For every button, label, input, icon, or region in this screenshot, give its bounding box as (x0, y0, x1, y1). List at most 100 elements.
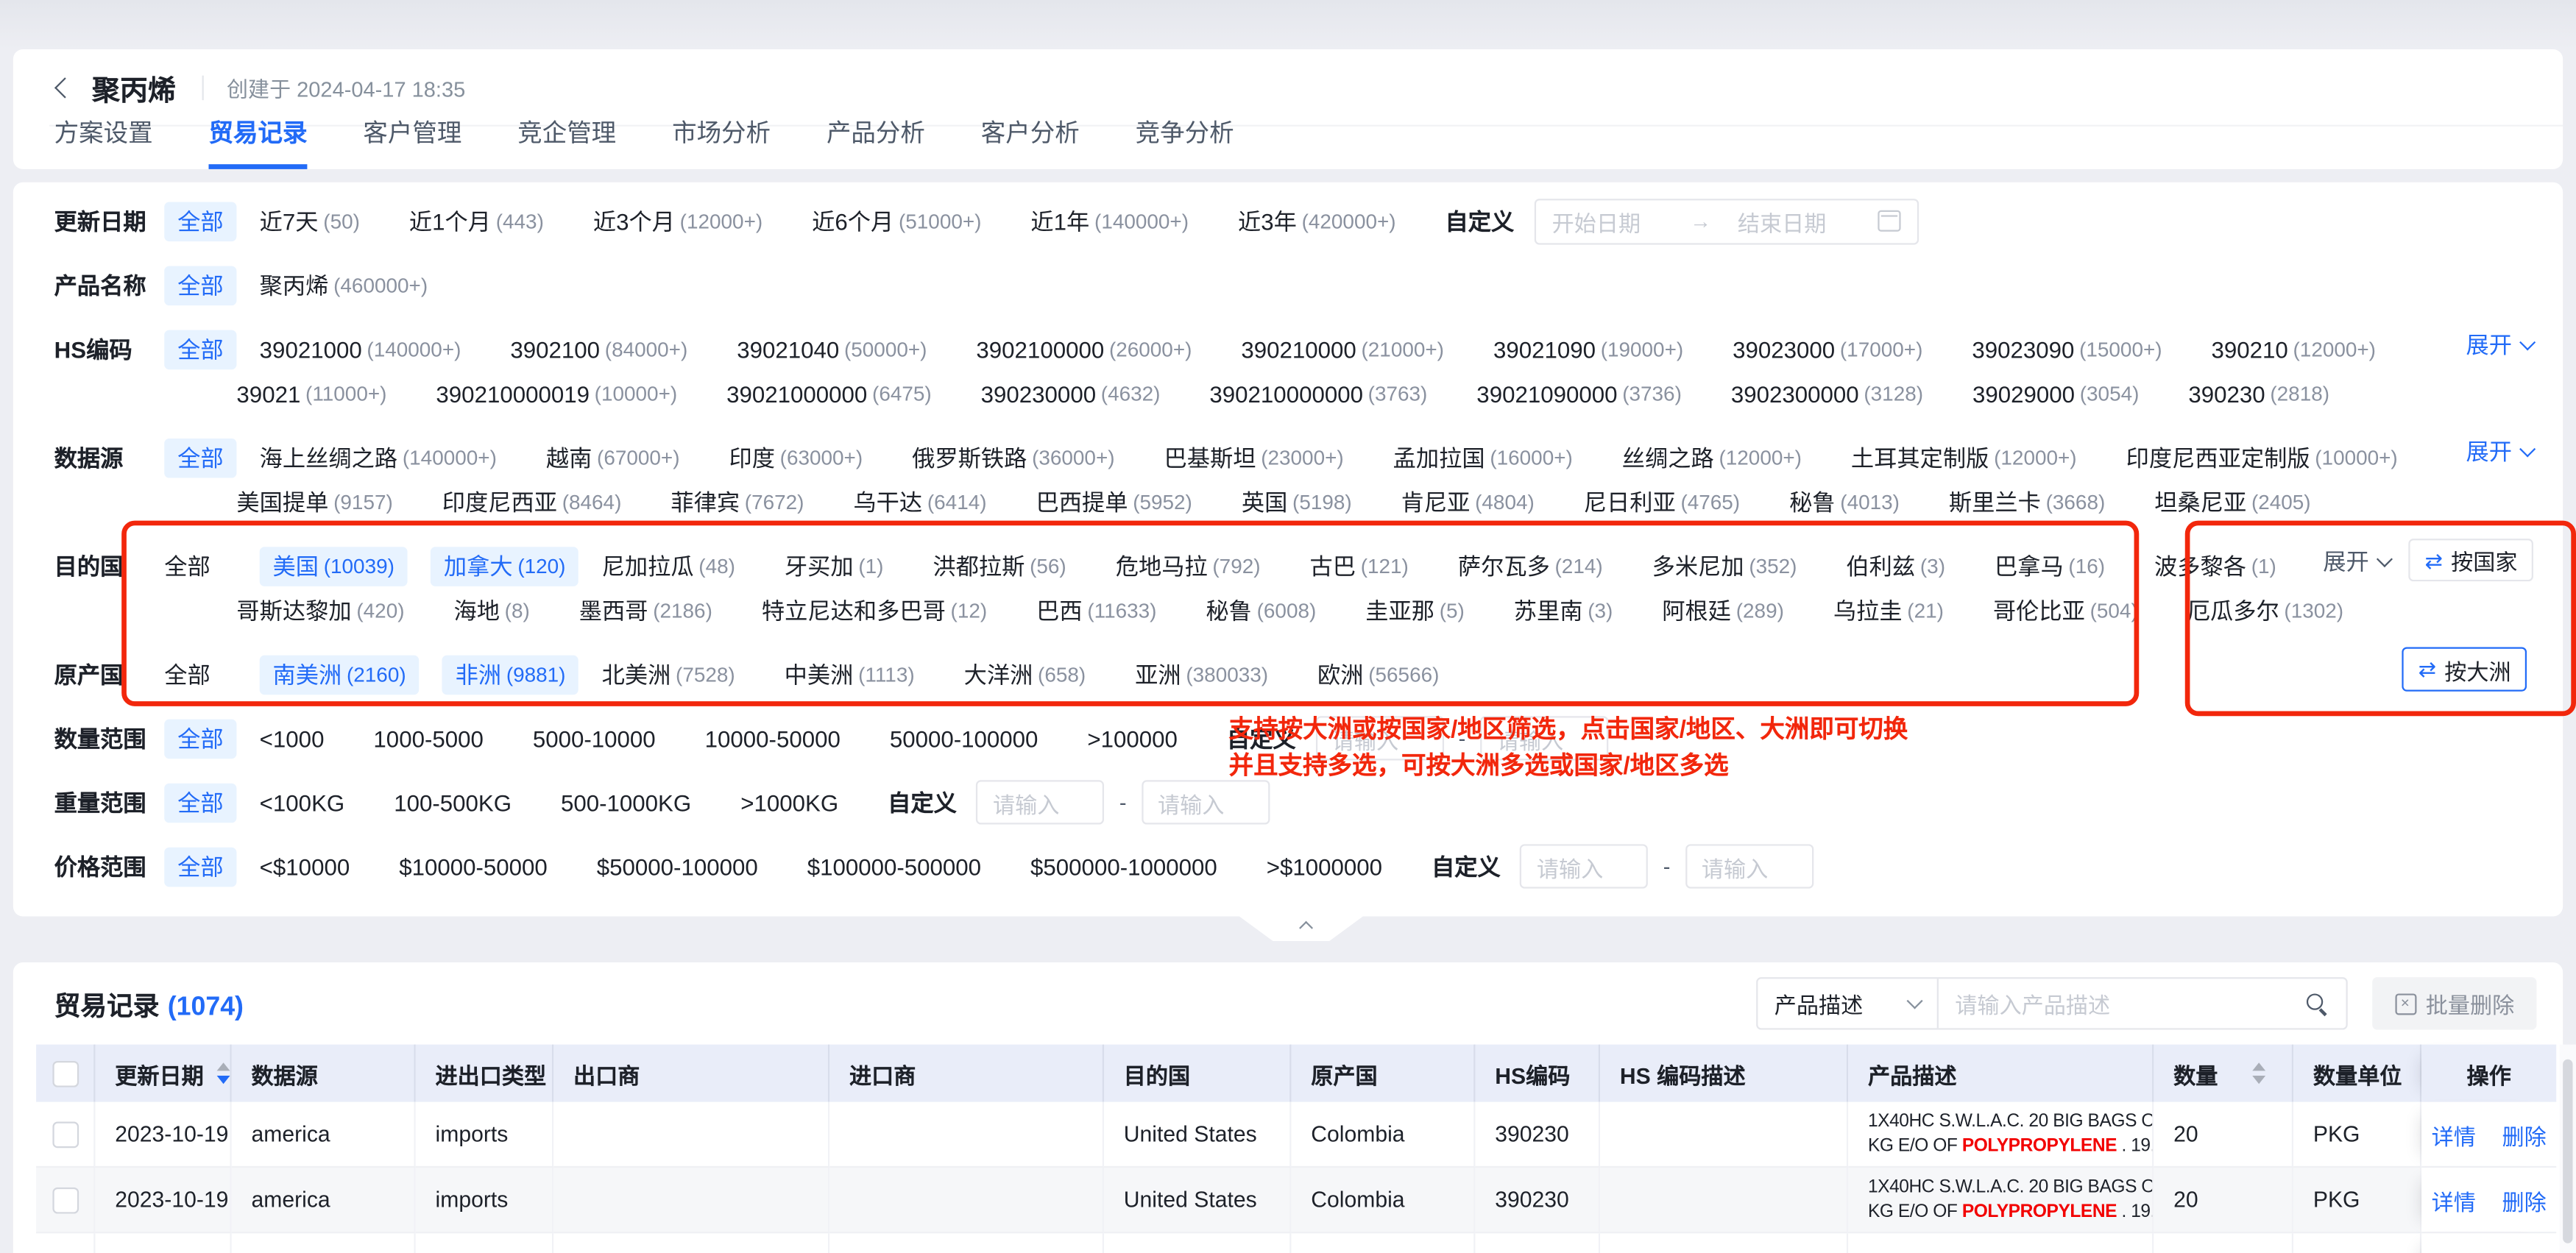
filter-option[interactable]: 坦桑尼亚(2405) (2154, 486, 2310, 519)
filter-option[interactable]: 近1年(140000+) (1030, 205, 1189, 238)
filter-option[interactable]: 近1个月(443) (409, 205, 544, 238)
back-button[interactable] (49, 72, 79, 102)
filter-option[interactable]: 乌干达(6414) (853, 486, 986, 519)
filter-option[interactable]: 39023000(17000+) (1733, 336, 1922, 362)
tab-2[interactable]: 贸易记录 (209, 115, 308, 169)
detail-link[interactable]: 详情 (2432, 1118, 2476, 1151)
filter-option-all[interactable]: 全部 (164, 719, 236, 759)
filter-option[interactable]: 越南(67000+) (546, 441, 680, 474)
filter-option[interactable]: 5000-10000 (533, 725, 656, 751)
filter-option[interactable]: 特立尼达和多巴哥(12) (762, 594, 987, 627)
column-header-qty[interactable]: 数量 (2154, 1045, 2293, 1102)
sort-icons[interactable] (2252, 1062, 2265, 1084)
tab-8[interactable]: 竞争分析 (1136, 115, 1234, 169)
filter-option[interactable]: 3902100000(26000+) (976, 336, 1192, 362)
search-field-select[interactable]: 产品描述 (1758, 979, 1939, 1028)
filter-option-custom[interactable]: 自定义 (888, 786, 957, 819)
filter-option[interactable]: 牙买加(1) (785, 550, 884, 583)
filter-option[interactable]: 大洋洲(658) (964, 658, 1086, 691)
filter-option-all[interactable]: 全部 (164, 330, 236, 369)
detail-link[interactable]: 详情 (2432, 1183, 2476, 1216)
column-header-date[interactable]: 更新日期 (95, 1045, 231, 1102)
filter-option-all[interactable]: 全部 (164, 201, 236, 241)
range-min-input[interactable]: 请输入 (977, 780, 1105, 824)
filter-option[interactable]: 印度(63000+) (729, 441, 863, 474)
data-source-expand-link[interactable]: 展开 (2466, 436, 2533, 469)
date-range-input[interactable]: 开始日期→结束日期 (1534, 198, 1918, 244)
filter-option[interactable]: 海地(8) (453, 594, 529, 627)
hs-code-expand-link[interactable]: 展开 (2466, 328, 2533, 361)
filter-option[interactable]: 圭亚那(5) (1365, 594, 1465, 627)
filter-option[interactable]: 39021000(140000+) (260, 336, 461, 362)
filter-option[interactable]: 北美洲(7528) (602, 658, 735, 691)
filter-option[interactable]: 洪都拉斯(56) (933, 550, 1066, 583)
filter-option[interactable]: 巴基斯坦(23000+) (1164, 441, 1344, 474)
filter-option[interactable]: 39029000(3054) (1972, 380, 2139, 407)
filter-option[interactable]: 3902100(84000+) (510, 336, 687, 362)
filter-option[interactable]: 390210000000(3763) (1209, 380, 1427, 407)
filter-option[interactable]: 聚丙烯(460000+) (260, 269, 428, 302)
filter-option[interactable]: 390210(12000+) (2212, 336, 2376, 362)
filter-option[interactable]: 波多黎各(1) (2154, 550, 2276, 583)
filter-option[interactable]: 近3个月(12000+) (593, 205, 762, 238)
filter-option[interactable]: 印度尼西亚(8464) (442, 486, 622, 519)
filter-option[interactable]: 墨西哥(2186) (579, 594, 712, 627)
filter-option[interactable]: <100KG (260, 789, 345, 816)
select-all-checkbox[interactable] (52, 1060, 78, 1087)
filter-option[interactable]: >$1000000 (1267, 853, 1382, 880)
filter-option-all[interactable]: 全部 (164, 783, 236, 823)
filter-option[interactable]: 南美洲(2160) (260, 655, 420, 695)
sort-icons[interactable] (217, 1062, 230, 1084)
filter-option[interactable]: 苏里南(3) (1514, 594, 1613, 627)
filter-option[interactable]: 乌拉圭(21) (1833, 594, 1944, 627)
filter-option[interactable]: 美国提单(9157) (236, 486, 392, 519)
range-max-input[interactable]: 请输入 (1142, 780, 1270, 824)
delete-link[interactable]: 删除 (2502, 1183, 2547, 1216)
filter-option[interactable]: 俄罗斯铁路(36000+) (912, 441, 1114, 474)
range-max-input[interactable]: 请输入 (1685, 844, 1814, 888)
filter-option[interactable]: 海上丝绸之路(140000+) (260, 441, 497, 474)
filter-option[interactable]: 巴拿马(16) (1995, 550, 2105, 583)
filter-option[interactable]: $10000-50000 (399, 853, 548, 880)
filter-option[interactable]: 近3年(420000+) (1238, 205, 1396, 238)
filter-option[interactable]: 390210000(21000+) (1241, 336, 1444, 362)
filter-option[interactable]: 欧洲(56566) (1317, 658, 1439, 691)
filter-option[interactable]: 印度尼西亚定制版(10000+) (2126, 441, 2398, 474)
filter-option[interactable]: 中美洲(1113) (785, 658, 915, 691)
filter-option[interactable]: 3902300000(3128) (1731, 380, 1923, 407)
filter-option[interactable]: 美国(10039) (260, 546, 408, 586)
tab-4[interactable]: 竞企管理 (517, 115, 616, 169)
filter-option-all[interactable]: 全部 (164, 847, 236, 887)
filter-option[interactable]: 39021(11000+) (236, 380, 386, 407)
row-checkbox[interactable] (52, 1121, 78, 1147)
filter-option[interactable]: <1000 (260, 725, 325, 751)
batch-delete-button[interactable]: ✕ 批量删除 (2372, 977, 2536, 1029)
scrollbar-thumb[interactable] (2563, 1059, 2572, 1243)
filter-option[interactable]: 39021040(50000+) (737, 336, 927, 362)
filter-option[interactable]: 1000-5000 (373, 725, 483, 751)
by-continent-button[interactable]: ⇄ 按大洲 (2402, 647, 2527, 691)
tab-6[interactable]: 产品分析 (827, 115, 925, 169)
filter-option[interactable]: 多米尼加(352) (1652, 550, 1797, 583)
filter-option[interactable]: 古巴(121) (1310, 550, 1409, 583)
search-icon[interactable] (2305, 991, 2329, 1015)
filter-option[interactable]: 肯尼亚(4804) (1401, 486, 1535, 519)
by-country-button[interactable]: ⇄ 按国家 (2408, 539, 2534, 581)
tab-5[interactable]: 市场分析 (672, 115, 771, 169)
filter-option[interactable]: $100000-500000 (807, 853, 981, 880)
filter-option[interactable]: 英国(5198) (1242, 486, 1352, 519)
filter-option-custom[interactable]: 自定义 (1432, 850, 1501, 883)
filter-option[interactable]: 尼加拉瓜(48) (602, 550, 735, 583)
filter-option[interactable]: 加拿大(120) (431, 546, 578, 586)
range-min-input[interactable]: 请输入 (1521, 844, 1649, 888)
filter-option[interactable]: 近6个月(51000+) (812, 205, 981, 238)
filter-option[interactable]: 尼日利亚(4765) (1584, 486, 1740, 519)
delete-link[interactable]: 删除 (2502, 1118, 2547, 1151)
filter-option[interactable]: 10000-50000 (705, 725, 841, 751)
filter-option[interactable]: <$10000 (260, 853, 350, 880)
filter-option[interactable]: >100000 (1087, 725, 1178, 751)
filter-option[interactable]: 哥伦比亚(504) (1993, 594, 2138, 627)
filter-option[interactable]: $50000-100000 (597, 853, 758, 880)
filter-option[interactable]: 萨尔瓦多(214) (1458, 550, 1603, 583)
filter-option[interactable]: 巴西提单(5952) (1036, 486, 1192, 519)
